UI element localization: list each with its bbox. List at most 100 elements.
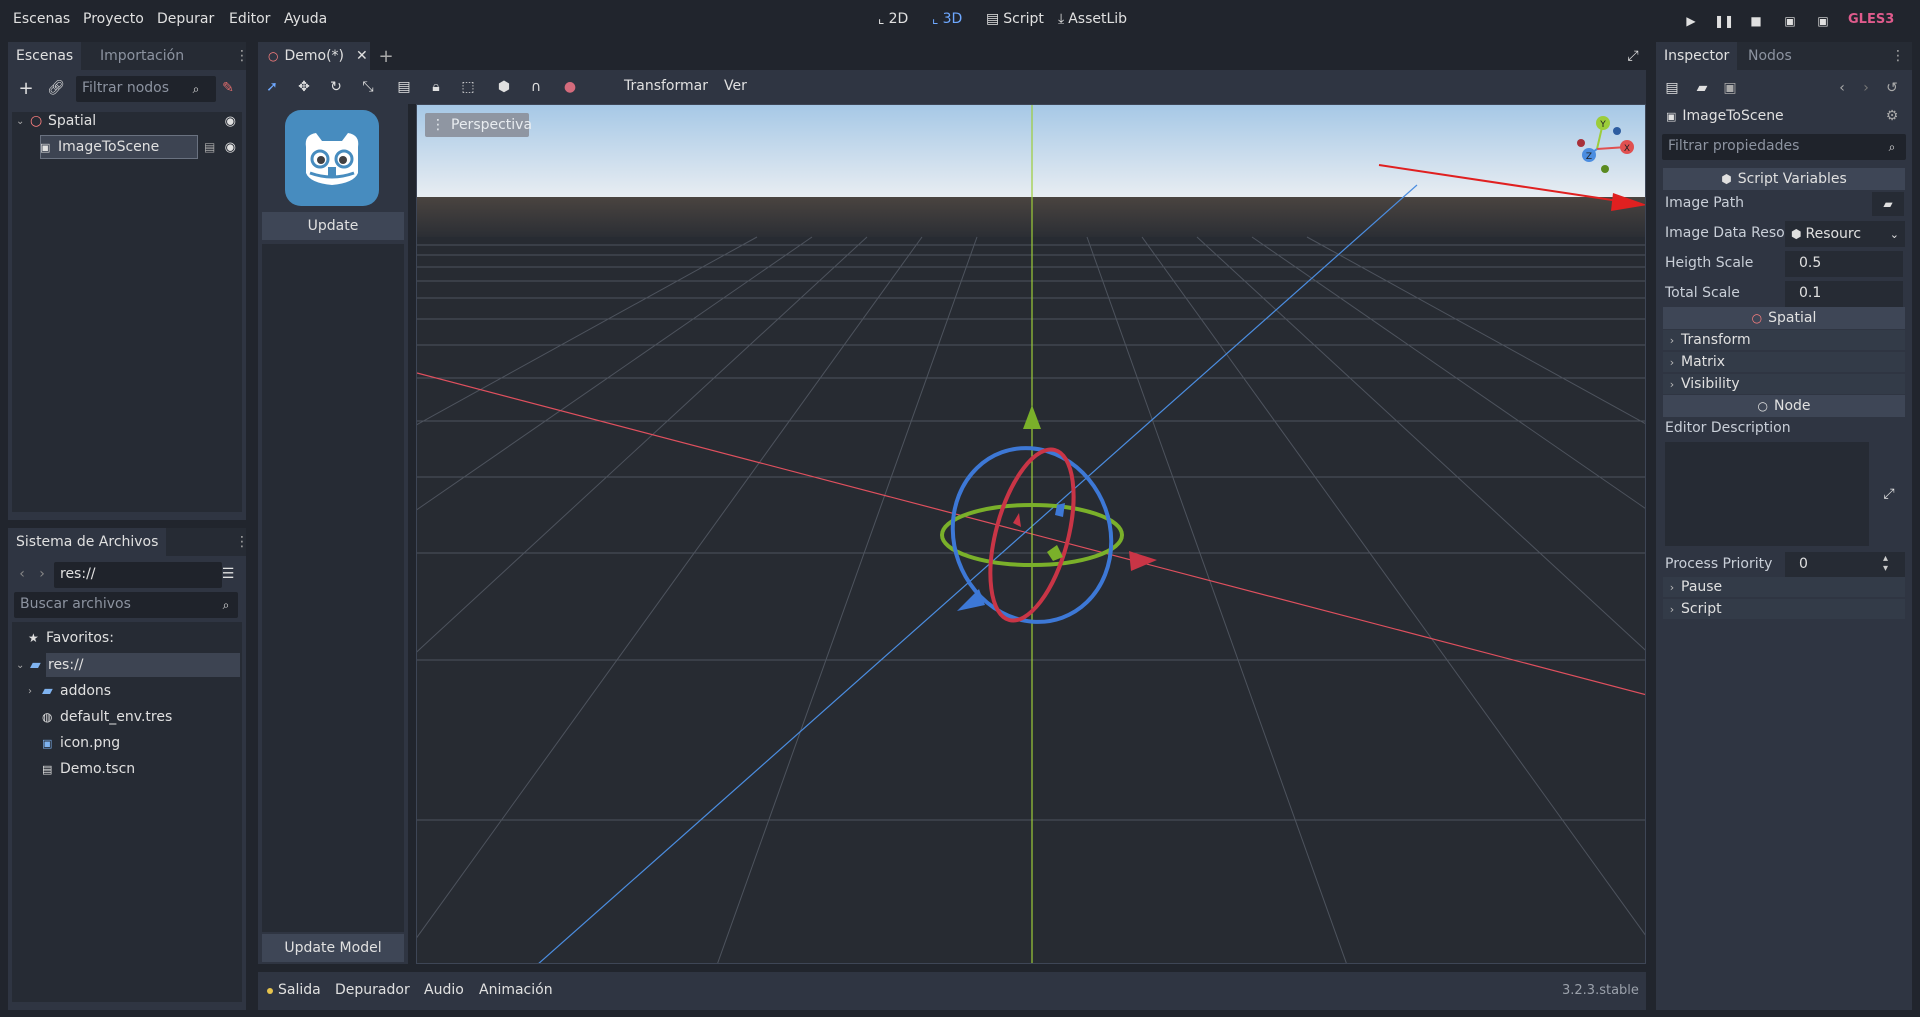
link-icon[interactable]: 🔗︎ <box>46 78 66 98</box>
group-icon[interactable]: ⬚ <box>458 77 478 97</box>
new-resource-icon[interactable]: ▤ <box>1662 78 1682 98</box>
viewport-3d[interactable]: ⋮ Perspectiva Y X Z <box>416 104 1646 964</box>
tab-demo[interactable]: ○ Demo(*) ✕ <box>258 42 370 70</box>
play-custom-scene-icon[interactable]: ▣ <box>1814 12 1832 30</box>
dock-menu-icon[interactable]: ⋮ <box>1888 46 1908 66</box>
split-view-icon[interactable]: ☰ <box>218 564 238 584</box>
filter-properties-input[interactable]: Filtrar propiedades <box>1662 134 1906 160</box>
close-icon[interactable]: ✕ <box>356 48 368 64</box>
image-data-resource-picker[interactable]: ⬢ Resourc ⌄ <box>1785 221 1905 247</box>
object-properties-icon[interactable]: ⚙ <box>1882 106 1902 126</box>
section-node[interactable]: ○ Node <box>1663 395 1905 417</box>
favorites-row[interactable]: ★ Favoritos: <box>28 626 114 650</box>
section-script-variables[interactable]: ⬢ Script Variables <box>1663 168 1905 190</box>
local-space-icon[interactable]: ⬢ <box>494 77 514 97</box>
history-back-icon[interactable]: ‹ <box>1832 78 1852 98</box>
perspective-menu[interactable]: ⋮ Perspectiva <box>425 113 532 137</box>
script-icon: ▤ <box>986 11 1000 27</box>
path-field[interactable]: res:// <box>54 562 222 588</box>
menu-proyecto[interactable]: Proyecto <box>83 11 144 27</box>
back-icon[interactable]: ‹ <box>12 564 32 584</box>
tree-node-spatial[interactable]: ⌄ ○ Spatial ◉ <box>16 109 244 133</box>
orientation-gizmo[interactable]: Y X Z <box>1567 109 1641 175</box>
group-script[interactable]: › Script <box>1663 599 1905 619</box>
menu-escenas[interactable]: Escenas <box>13 11 70 27</box>
res-root-row[interactable]: ⌄ ▰ res:// <box>16 653 84 677</box>
history-forward-icon[interactable]: › <box>1856 78 1876 98</box>
renderer-label[interactable]: GLES3 <box>1848 12 1894 27</box>
lock-icon[interactable]: 🔒︎ <box>426 77 446 97</box>
new-tab-icon[interactable]: + <box>376 46 396 67</box>
update-button[interactable]: Update <box>262 212 404 240</box>
expand-icon[interactable]: ⤢ <box>1879 484 1899 504</box>
search-icon: ⌕ <box>222 597 230 612</box>
total-scale-field[interactable]: 0.1 <box>1785 281 1903 307</box>
assetlib-icon: ⤓ <box>1058 11 1065 27</box>
tree-node-imagetoscene[interactable]: ▣ ImageToScene ▤ ◉ <box>40 135 244 159</box>
spin-arrows-icon[interactable]: ▴ ▾ <box>1883 554 1888 574</box>
rotate-tool-icon[interactable]: ↻ <box>326 77 346 97</box>
play-icon[interactable]: ▶ <box>1682 12 1700 30</box>
folder-icon: ▰ <box>42 683 53 699</box>
tab-nodos[interactable]: Nodos <box>1740 42 1800 70</box>
add-node-icon[interactable]: + <box>16 78 36 99</box>
editor-description-textarea[interactable] <box>1665 442 1869 546</box>
script-icon[interactable]: ▤ <box>204 140 215 154</box>
mode-3d-button[interactable]: ⌞ 3D <box>932 11 962 27</box>
tab-inspector[interactable]: Inspector <box>1656 42 1738 70</box>
visibility-eye-icon[interactable]: ◉ <box>225 114 236 129</box>
menu-depurar[interactable]: Depurar <box>157 11 214 27</box>
pause-icon[interactable]: ❚❚ <box>1714 12 1734 30</box>
script-attach-icon[interactable]: ✎ <box>218 78 238 98</box>
file-addons[interactable]: › ▰ addons <box>28 679 111 703</box>
version-label: 3.2.3.stable <box>1562 983 1639 998</box>
tab-depurador[interactable]: Depurador <box>335 982 410 998</box>
inspector-node-header: ▣ ImageToScene <box>1666 108 1784 124</box>
view-menu[interactable]: Ver <box>724 78 747 94</box>
transform-menu[interactable]: Transformar <box>624 78 708 94</box>
snap-icon[interactable]: ∩ <box>526 77 546 97</box>
file-default-env[interactable]: ◍ default_env.tres <box>42 705 172 729</box>
dock-menu-icon[interactable]: ⋮ <box>232 532 252 552</box>
select-tool-icon[interactable]: ➚ <box>262 77 282 97</box>
save-icon[interactable]: ▣ <box>1720 78 1740 98</box>
search-files-input[interactable]: Buscar archivos <box>14 592 238 618</box>
scale-tool-icon[interactable]: ⤡ <box>358 77 378 97</box>
group-visibility[interactable]: › Visibility <box>1663 374 1905 394</box>
distraction-free-icon[interactable]: ⤢ <box>1623 46 1643 66</box>
mode-2d-button[interactable]: ⌞ 2D <box>878 11 908 27</box>
mode-assetlib-button[interactable]: ⤓ AssetLib <box>1058 11 1127 27</box>
prop-image-path-label: Image Path <box>1665 195 1745 211</box>
tab-filesystem[interactable]: Sistema de Archivos <box>8 528 167 556</box>
group-matrix[interactable]: › Matrix <box>1663 352 1905 372</box>
tab-escenas[interactable]: Escenas <box>8 42 82 70</box>
chevron-down-icon: ⌄ <box>16 659 25 671</box>
play-scene-icon[interactable]: ▣ <box>1781 12 1799 30</box>
file-demo-tscn[interactable]: ▤ Demo.tscn <box>42 757 135 781</box>
tab-animacion[interactable]: Animación <box>479 982 553 998</box>
tab-audio[interactable]: Audio <box>424 982 464 998</box>
group-pause[interactable]: › Pause <box>1663 577 1905 597</box>
move-tool-icon[interactable]: ✥ <box>294 77 314 97</box>
file-icon-png[interactable]: ▣ icon.png <box>42 731 120 755</box>
menu-ayuda[interactable]: Ayuda <box>284 11 327 27</box>
folder-icon: ▰ <box>30 657 41 673</box>
stop-icon[interactable]: ■ <box>1747 12 1765 30</box>
forward-icon[interactable]: › <box>32 564 52 584</box>
tab-importacion[interactable]: Importación <box>92 42 192 70</box>
open-folder-icon[interactable]: ▰ <box>1692 78 1712 98</box>
dock-menu-icon[interactable]: ⋮ <box>232 46 252 66</box>
viewport-toolbar: ➚ ✥ ↻ ⤡ ▤ 🔒︎ ⬚ ⬢ ∩ ● Transformar Ver <box>258 70 1646 104</box>
group-transform[interactable]: › Transform <box>1663 330 1905 350</box>
update-model-button[interactable]: Update Model <box>262 934 404 962</box>
menu-editor[interactable]: Editor <box>229 11 270 27</box>
mode-script-button[interactable]: ▤ Script <box>986 11 1044 27</box>
image-path-browse-button[interactable]: ▰ <box>1872 192 1904 216</box>
tab-salida[interactable]: Salida <box>278 982 321 998</box>
visibility-eye-icon[interactable]: ◉ <box>225 140 236 155</box>
camera-icon[interactable]: ● <box>560 77 580 97</box>
section-spatial[interactable]: ○ Spatial <box>1663 307 1905 329</box>
list-select-icon[interactable]: ▤ <box>394 77 414 97</box>
height-scale-field[interactable]: 0.5 <box>1785 251 1903 277</box>
history-icon[interactable]: ↺ <box>1882 78 1902 98</box>
